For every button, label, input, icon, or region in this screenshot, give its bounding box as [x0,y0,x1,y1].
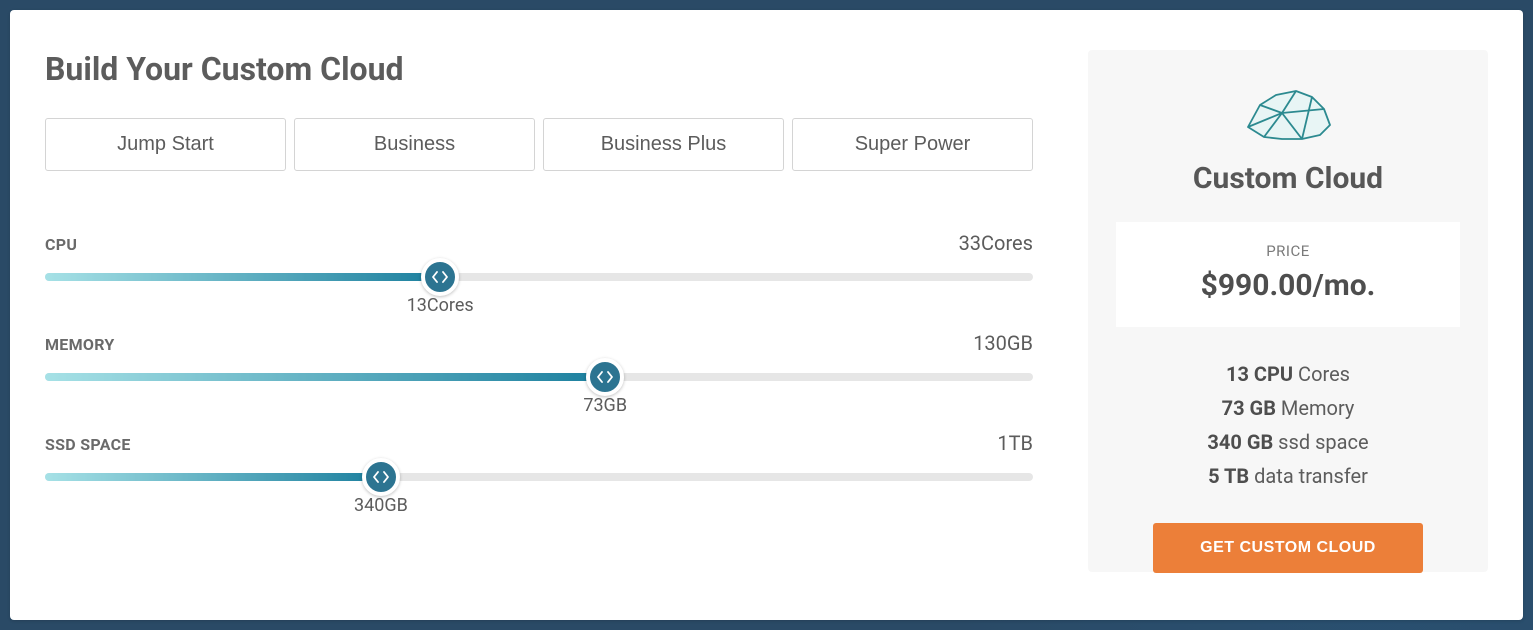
price-box: PRICE $990.00/mo. [1116,222,1460,327]
spec-memory: 73 GB Memory [1116,391,1460,425]
drag-icon [373,471,389,483]
cpu-value: 13Cores [407,295,474,316]
ssd-slider-block: SSD SPACE 1TB 340GB [45,431,1033,481]
price-label: PRICE [1116,242,1460,260]
spec-cpu: 13 CPU Cores [1116,357,1460,391]
tab-super-power[interactable]: Super Power [792,118,1033,171]
cpu-max: 33Cores [959,231,1033,255]
pricing-card: Build Your Custom Cloud Jump Start Busin… [10,10,1523,620]
cpu-label: CPU [45,235,77,254]
ssd-slider-handle[interactable] [362,458,400,496]
price-value: $990.00/mo. [1116,268,1460,303]
memory-value: 73GB [583,395,627,416]
memory-slider-handle[interactable] [586,358,624,396]
ssd-label: SSD SPACE [45,435,131,454]
cpu-slider-fill [45,273,440,281]
memory-slider-fill [45,373,605,381]
configurator-panel: Build Your Custom Cloud Jump Start Busin… [45,50,1033,572]
cpu-slider-block: CPU 33Cores 13Cores [45,231,1033,281]
spec-ssd: 340 GB ssd space [1116,425,1460,459]
tab-jump-start[interactable]: Jump Start [45,118,286,171]
plan-name: Custom Cloud [1116,161,1460,196]
page-title: Build Your Custom Cloud [45,50,1033,88]
cpu-slider-handle[interactable] [421,258,459,296]
memory-max: 130GB [973,331,1033,355]
tab-business[interactable]: Business [294,118,535,171]
memory-label: MEMORY [45,335,115,354]
cpu-slider[interactable]: 13Cores [45,273,1033,281]
memory-slider-block: MEMORY 130GB 73GB [45,331,1033,381]
summary-panel: Custom Cloud PRICE $990.00/mo. 13 CPU Co… [1088,50,1488,572]
drag-icon [432,271,448,283]
cloud-icon [1116,85,1460,141]
preset-tabs: Jump Start Business Business Plus Super … [45,118,1033,171]
spec-data-transfer: 5 TB data transfer [1116,459,1460,493]
memory-slider[interactable]: 73GB [45,373,1033,381]
ssd-max: 1TB [997,431,1033,455]
get-custom-cloud-button[interactable]: GET CUSTOM CLOUD [1153,523,1423,573]
ssd-value: 340GB [354,495,408,516]
ssd-slider-fill [45,473,381,481]
drag-icon [597,371,613,383]
tab-business-plus[interactable]: Business Plus [543,118,784,171]
ssd-slider[interactable]: 340GB [45,473,1033,481]
spec-list: 13 CPU Cores 73 GB Memory 340 GB ssd spa… [1116,357,1460,493]
